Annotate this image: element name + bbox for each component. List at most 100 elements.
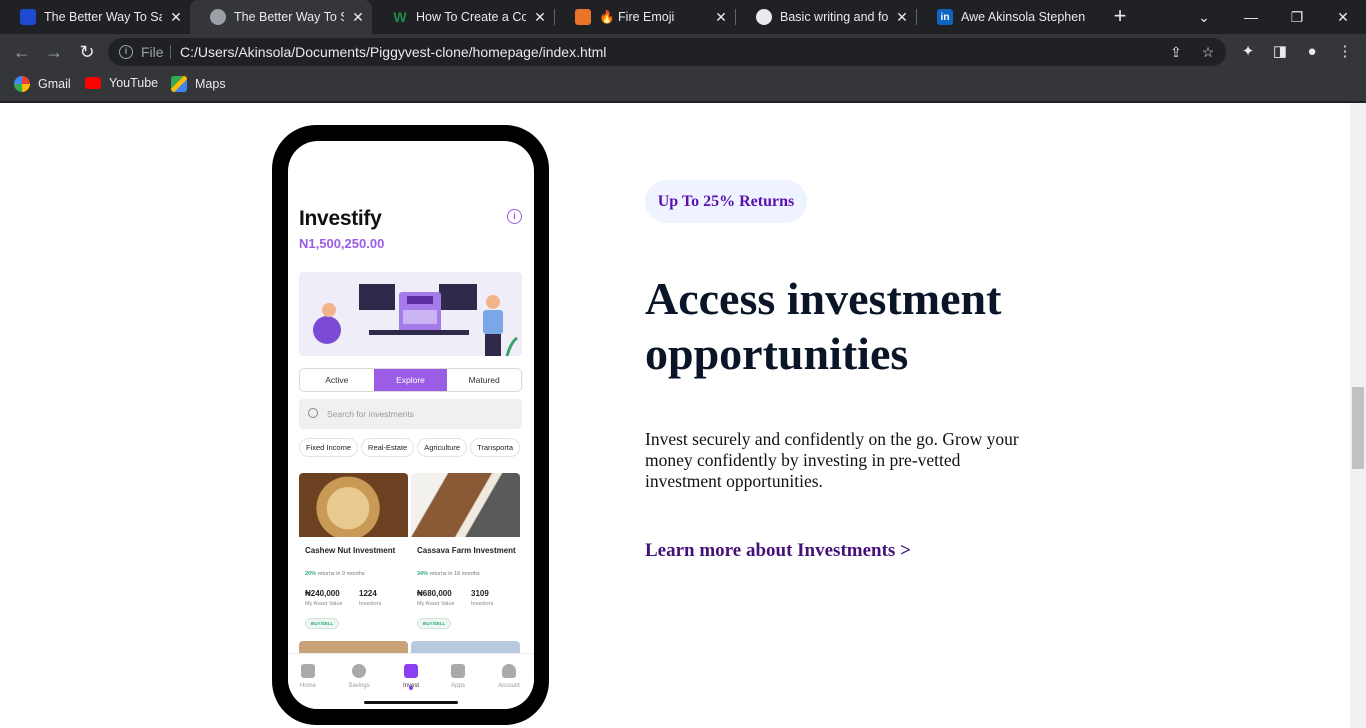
linkedin-icon: in xyxy=(937,9,953,25)
tab-title: Basic writing and form xyxy=(780,10,888,24)
user-icon xyxy=(502,664,516,678)
back-icon[interactable]: ← xyxy=(10,40,34,64)
home-icon xyxy=(301,664,315,678)
close-icon[interactable]: ✕ xyxy=(713,9,729,26)
address-bar[interactable]: i File C:/Users/Akinsola/Documents/Piggy… xyxy=(108,38,1226,66)
return-percent: 34% xyxy=(417,571,429,577)
tab-strip: The Better Way To Sav ✕ The Better Way T… xyxy=(0,0,1366,34)
url-scheme: File xyxy=(141,44,164,60)
asset-value: ₦680,000 xyxy=(417,589,452,598)
reload-icon[interactable]: ↻ xyxy=(75,40,99,64)
segment-active[interactable]: Active xyxy=(300,369,374,391)
piggyvest-icon xyxy=(20,9,36,25)
restore-icon[interactable]: ❐ xyxy=(1274,0,1320,34)
buy-sell-button[interactable]: BUY/SELL xyxy=(305,618,340,629)
category-chips: Fixed Income Real-Estate Agriculture Transp… xyxy=(299,437,534,459)
search-icon xyxy=(308,408,318,418)
nav-label: Account xyxy=(498,683,520,689)
close-icon[interactable]: ✕ xyxy=(894,9,910,26)
info-icon[interactable]: i xyxy=(119,45,133,59)
investment-segmented-control: Active Explore Matured xyxy=(299,368,522,392)
tab-title: Awe Akinsola Stephen xyxy=(961,10,1086,24)
asset-value-label: My Asset Value xyxy=(305,601,343,607)
active-nav-dot xyxy=(409,686,413,690)
close-icon[interactable]: ✕ xyxy=(168,9,184,26)
section-headline: Access investment opportunities xyxy=(645,273,1002,379)
savings-icon xyxy=(352,664,366,678)
cube-icon xyxy=(451,664,465,678)
cassava-image xyxy=(411,473,520,537)
nav-label: Apps xyxy=(451,683,465,689)
bookmark-youtube[interactable]: YouTube xyxy=(85,76,158,90)
card-returns: 20% returns in 9 months xyxy=(305,571,365,577)
share-icon[interactable]: ⇪ xyxy=(1167,43,1185,61)
forward-icon[interactable]: → xyxy=(42,40,66,64)
bookmark-label: Gmail xyxy=(38,77,71,91)
segment-matured[interactable]: Matured xyxy=(447,369,521,391)
investors-count: 3109 xyxy=(471,589,489,598)
new-tab-button[interactable]: + xyxy=(1108,5,1132,29)
menu-icon[interactable]: ⋮ xyxy=(1335,42,1355,62)
rocket-icon xyxy=(404,664,418,678)
nav-apps[interactable]: Apps xyxy=(438,664,478,689)
tab-title: The Better Way To Sav xyxy=(234,10,344,24)
cashew-image xyxy=(299,473,408,537)
chip-transportation[interactable]: Transporta xyxy=(470,438,521,457)
side-panel-icon[interactable]: ◨ xyxy=(1270,42,1290,62)
emojipedia-icon xyxy=(575,9,591,25)
learn-more-link[interactable]: Learn more about Investments > xyxy=(645,540,911,562)
nav-home[interactable]: Home xyxy=(288,664,328,689)
return-text: returns in 18 months xyxy=(429,571,480,577)
illustration-svg xyxy=(313,284,518,356)
browser-tab-2[interactable]: The Better Way To Sav ✕ xyxy=(190,0,372,34)
bookmark-gmail[interactable]: Gmail xyxy=(14,76,71,92)
scrollbar-thumb[interactable] xyxy=(1352,387,1364,469)
browser-tab-5[interactable]: Basic writing and form ✕ xyxy=(736,0,916,34)
asset-value: ₦240,000 xyxy=(305,589,340,598)
extensions-icon[interactable]: ✦ xyxy=(1238,42,1258,62)
investors-label: Investors xyxy=(471,601,494,607)
bookmark-star-icon[interactable]: ☆ xyxy=(1199,43,1217,61)
investment-illustration xyxy=(299,272,522,356)
w-icon: W xyxy=(393,9,407,25)
browser-toolbar: ← → ↻ i File C:/Users/Akinsola/Documents… xyxy=(0,34,1366,70)
close-window-icon[interactable]: ✕ xyxy=(1320,0,1366,34)
globe-icon xyxy=(210,9,226,25)
app-title: Investify xyxy=(299,207,382,230)
browser-tab-4[interactable]: 🔥 Fire Emoji ✕ xyxy=(555,0,735,34)
youtube-icon xyxy=(85,77,101,89)
investment-card-cassava[interactable]: Cassava Farm Investment 34% returns in 1… xyxy=(411,473,520,633)
close-icon[interactable]: ✕ xyxy=(350,9,366,26)
buy-sell-button[interactable]: BUY/SELL xyxy=(417,618,452,629)
google-icon xyxy=(14,76,30,92)
segment-explore[interactable]: Explore xyxy=(373,369,448,391)
chip-real-estate[interactable]: Real-Estate xyxy=(361,438,415,457)
info-icon: i xyxy=(507,209,522,224)
github-icon xyxy=(756,9,772,25)
tab-title: How To Create a Colla xyxy=(416,10,526,24)
chip-fixed-income[interactable]: Fixed Income xyxy=(299,438,359,457)
investors-count: 1224 xyxy=(359,589,377,598)
browser-tab-6[interactable]: in Awe Akinsola Stephen xyxy=(917,0,1097,34)
investment-search-input[interactable]: Search for investments xyxy=(299,399,522,429)
returns-badge: Up To 25% Returns xyxy=(645,180,807,223)
url-text[interactable]: C:/Users/Akinsola/Documents/Piggyvest-cl… xyxy=(180,44,606,60)
browser-tab-3[interactable]: W How To Create a Colla ✕ xyxy=(372,0,554,34)
nav-account[interactable]: Account xyxy=(489,664,529,689)
browser-tab-1[interactable]: The Better Way To Sav ✕ xyxy=(0,0,190,34)
bookmark-maps[interactable]: Maps xyxy=(171,76,226,92)
section-description: Invest securely and confidently on the g… xyxy=(645,429,1019,491)
chip-agriculture[interactable]: Agriculture xyxy=(417,438,468,457)
tab-search-icon[interactable]: ⌄ xyxy=(1181,0,1227,34)
bookmarks-bar: Gmail YouTube Maps xyxy=(0,70,1366,102)
nav-savings[interactable]: Savings xyxy=(339,664,379,689)
profile-icon[interactable]: ● xyxy=(1302,42,1322,62)
page-viewport: Investify N1,500,250.00 i Active Explore xyxy=(0,103,1350,728)
asset-value-label: My Asset Value xyxy=(417,601,455,607)
return-percent: 20% xyxy=(305,571,317,577)
tab-title: 🔥 Fire Emoji xyxy=(599,9,675,24)
close-icon[interactable]: ✕ xyxy=(532,9,548,26)
investment-card-cashew[interactable]: Cashew Nut Investment 20% returns in 9 m… xyxy=(299,473,408,633)
minimize-icon[interactable]: — xyxy=(1228,0,1274,34)
card-title: Cashew Nut Investment xyxy=(305,546,396,555)
